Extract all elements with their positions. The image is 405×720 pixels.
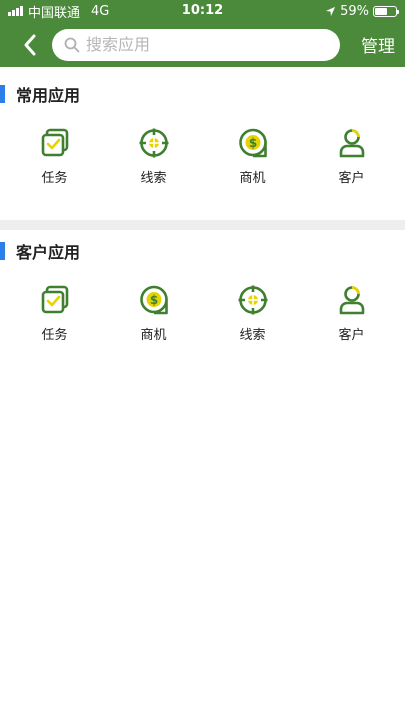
customer-icon [339,286,364,315]
search-input[interactable] [86,35,316,54]
section-header: 常用应用 [0,73,405,115]
app-label: 客户 [338,171,365,186]
signal-icon [8,6,23,16]
task-icon [41,128,68,157]
app-item-task[interactable]: 任务 [5,123,104,201]
lead-icon [139,128,168,158]
app-item-lead[interactable]: 线索 [104,123,203,201]
app-item-lead[interactable]: 线索 [203,280,302,358]
app-label: 客户 [338,328,365,343]
battery-fill [375,7,387,15]
opportunity-icon: $ [238,128,267,158]
app-header: 中国联通 4G 10:12 59% 管理 [0,0,405,67]
app-item-customer[interactable]: 客户 [302,123,401,201]
search-box[interactable] [52,28,340,61]
task-icon [41,285,68,314]
nav-bar: 管理 [0,22,405,67]
app-item-opportunity[interactable]: $ 商机 [203,123,302,201]
back-button[interactable] [18,30,42,60]
section-accent-bar [0,242,5,260]
section-header: 客户应用 [0,230,405,272]
opportunity-icon: $ [139,285,168,315]
location-arrow-icon [326,6,336,16]
app-label: 商机 [140,328,167,343]
app-grid: 任务 $ 商机 线索 客户 [0,272,405,358]
battery-icon [373,5,399,17]
status-right: 59% [325,3,399,19]
section-title: 客户应用 [16,243,81,262]
chevron-left-icon [24,34,36,55]
svg-text:$: $ [149,293,157,307]
app-item-task[interactable]: 任务 [5,280,104,358]
svg-text:$: $ [248,136,256,150]
battery-percent: 59% [340,3,369,19]
app-label: 任务 [41,171,68,186]
section-accent-bar [0,85,5,103]
customer-apps-section: 客户应用 任务 $ 商机 线索 客户 [0,230,405,358]
status-left: 中国联通 4G [8,2,109,21]
app-label: 商机 [239,171,266,186]
carrier-label: 中国联通 [28,5,81,21]
status-bar: 中国联通 4G 10:12 59% [0,0,405,22]
network-label: 4G [91,3,110,19]
lead-icon [238,285,267,315]
manage-button[interactable]: 管理 [361,32,395,57]
section-title: 常用应用 [16,86,81,105]
app-label: 任务 [41,328,68,343]
frequent-apps-section: 常用应用 任务 线索 $ 商机 客户 [0,67,405,220]
section-divider [0,220,405,230]
search-icon [64,37,80,52]
customer-icon [339,129,364,158]
app-item-opportunity[interactable]: $ 商机 [104,280,203,358]
app-label: 线索 [140,171,167,186]
app-grid: 任务 线索 $ 商机 客户 [0,115,405,220]
app-label: 线索 [239,328,266,343]
app-item-customer[interactable]: 客户 [302,280,401,358]
